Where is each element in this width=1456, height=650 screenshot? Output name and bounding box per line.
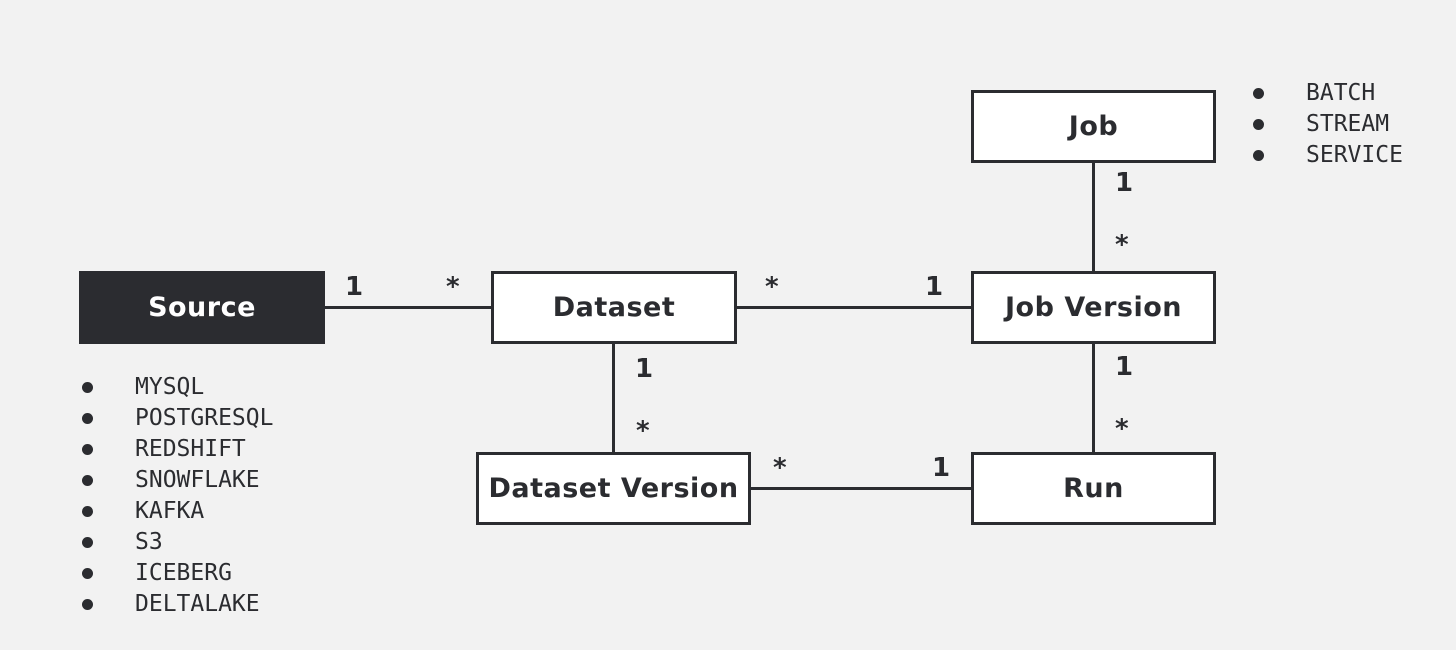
list-item: SERVICE [1253,140,1403,171]
edge-dataset-datasetversion [612,343,615,453]
list-item: STREAM [1253,109,1403,140]
edge-jobversion-run [1092,343,1095,453]
bullet-icon [82,568,93,579]
list-item: REDSHIFT [82,434,273,465]
entity-source[interactable]: Source [79,271,325,344]
list-item: S3 [82,527,273,558]
entity-run[interactable]: Run [971,452,1216,525]
list-item: ICEBERG [82,558,273,589]
bullet-icon [1253,150,1264,161]
mult-source-dataset-from: 1 [345,272,364,302]
bullet-icon [82,413,93,424]
job-types-list: BATCH STREAM SERVICE [1253,78,1403,171]
bullet-icon [82,506,93,517]
bullet-icon [82,537,93,548]
mult-dataset-jobversion-to: 1 [925,272,944,302]
bullet-icon [1253,119,1264,130]
mult-dataset-jobversion-from: * [765,272,779,302]
mult-dataset-datasetversion-to: * [636,416,650,446]
list-item: DELTALAKE [82,589,273,620]
list-item: POSTGRESQL [82,403,273,434]
mult-jobversion-run-to: * [1115,414,1129,444]
edge-datasetversion-run [751,487,971,490]
mult-datasetversion-run-to: 1 [932,453,951,483]
edge-job-jobversion [1092,162,1095,271]
bullet-icon [82,599,93,610]
bullet-icon [1253,88,1264,99]
edge-source-dataset [325,306,491,309]
entity-dataset-version[interactable]: Dataset Version [476,452,751,525]
edge-dataset-jobversion [737,306,971,309]
bullet-icon [82,444,93,455]
list-item: BATCH [1253,78,1403,109]
bullet-icon [82,475,93,486]
list-item: KAFKA [82,496,273,527]
source-types-list: MYSQL POSTGRESQL REDSHIFT SNOWFLAKE KAFK… [82,372,273,620]
mult-datasetversion-run-from: * [773,453,787,483]
entity-dataset[interactable]: Dataset [491,271,737,344]
entity-job-version[interactable]: Job Version [971,271,1216,344]
bullet-icon [82,382,93,393]
list-item: SNOWFLAKE [82,465,273,496]
list-item: MYSQL [82,372,273,403]
mult-source-dataset-to: * [446,272,460,302]
mult-job-jobversion-from: 1 [1115,168,1134,198]
mult-job-jobversion-to: * [1115,230,1129,260]
mult-dataset-datasetversion-from: 1 [635,354,654,384]
mult-jobversion-run-from: 1 [1115,352,1134,382]
entity-job[interactable]: Job [971,90,1216,163]
